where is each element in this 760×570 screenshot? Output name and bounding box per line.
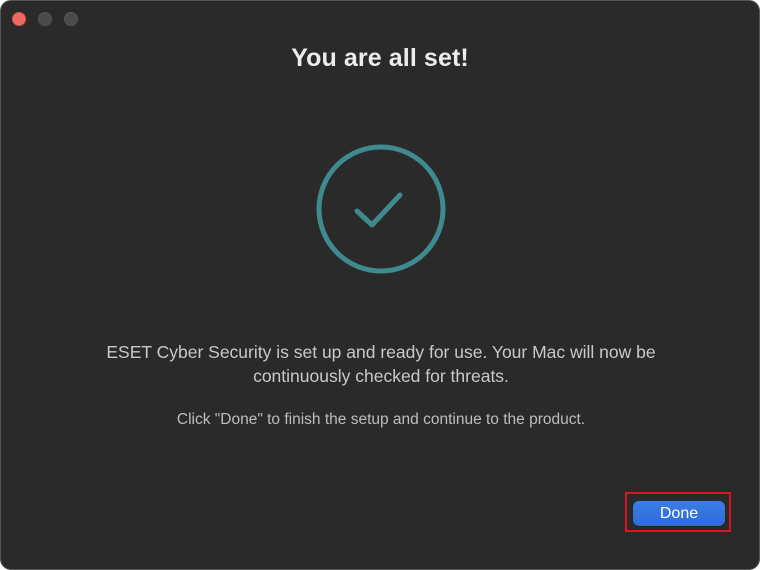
close-window-button[interactable]	[12, 12, 26, 26]
setup-complete-message: ESET Cyber Security is set up and ready …	[106, 342, 656, 386]
checkmark	[354, 192, 403, 228]
setup-complete-window: You are all set! ESET Cyber Security is …	[0, 0, 760, 570]
page-title: You are all set!	[291, 44, 469, 72]
check-ring	[316, 144, 446, 274]
checkmark-circle-icon	[314, 142, 448, 276]
finish-hint-text: Click "Done" to finish the setup and con…	[176, 411, 586, 428]
minimize-window-button[interactable]	[38, 12, 52, 26]
zoom-window-button[interactable]	[64, 12, 78, 26]
done-button[interactable]: Done	[633, 501, 725, 526]
window-controls	[12, 12, 78, 26]
checkmark-circle-graphic	[316, 144, 446, 274]
